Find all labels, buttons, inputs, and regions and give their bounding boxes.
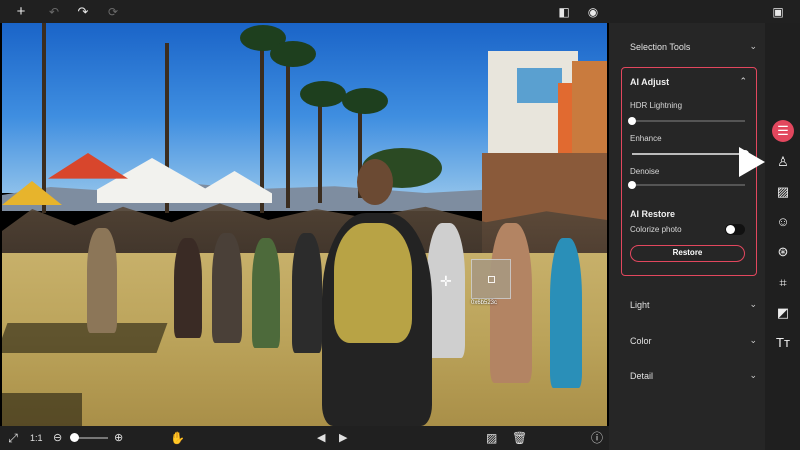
- enhance-slider[interactable]: [632, 150, 749, 158]
- hand-pan-icon[interactable]: ✋: [170, 430, 185, 446]
- head: [357, 159, 393, 205]
- slider-handle[interactable]: [628, 117, 636, 125]
- palm-tree: [270, 41, 316, 67]
- tool-rail: ☰ ♙ ▨ ☺ ⊛ ⌗ ◩ Tт: [765, 23, 800, 450]
- denoise-slider[interactable]: [628, 181, 745, 189]
- info-icon[interactable]: ⓘ: [591, 430, 603, 446]
- section-label: Color: [630, 336, 652, 346]
- color-picker-dot: [488, 276, 495, 283]
- add-icon[interactable]: +: [12, 3, 30, 21]
- section-label: Detail: [630, 371, 654, 381]
- palm-tree: [342, 88, 388, 114]
- trash-icon[interactable]: 🗑: [512, 430, 527, 446]
- image-canvas[interactable]: ✛: [0, 23, 609, 426]
- hdr-lightning-slider[interactable]: [628, 117, 745, 125]
- save-icon[interactable]: ▣: [769, 3, 787, 21]
- fit-screen-icon[interactable]: ⤢: [6, 430, 20, 446]
- chevron-down-icon: ⌄: [749, 370, 757, 380]
- section-selection-tools[interactable]: Selection Tools ⌄: [630, 41, 757, 58]
- ai-restore-title: AI Restore: [630, 209, 676, 219]
- color-picker-swatch[interactable]: [471, 259, 511, 299]
- palm-tree: [260, 33, 264, 213]
- image-icon[interactable]: ▨: [772, 181, 794, 203]
- person: [174, 238, 202, 338]
- section-color[interactable]: Color ⌄: [630, 335, 757, 352]
- preview-eye-icon[interactable]: ◉: [584, 3, 602, 21]
- zoom-in-icon[interactable]: ⊕: [114, 430, 123, 446]
- zoom-ratio-button[interactable]: 1:1: [30, 430, 43, 446]
- shadow: [2, 323, 168, 353]
- section-label: Selection Tools: [630, 42, 691, 52]
- photo-editor-app: + ↶ ↷ ⟳ ◧ ◉ ▣ ✛ 0x6b523c ⤢ 1:1 ⊖ ⊕ ✋ ◀ ▶…: [0, 0, 800, 450]
- zoom-slider-handle[interactable]: [69, 433, 79, 442]
- palm-tree: [286, 48, 290, 208]
- restore-button[interactable]: Restore: [630, 245, 745, 262]
- top-toolbar: + ↶ ↷ ⟳ ◧ ◉ ▣: [0, 0, 800, 23]
- compare-icon[interactable]: ◧: [555, 3, 573, 21]
- chevron-up-icon[interactable]: ⌃: [739, 76, 747, 87]
- crop-icon[interactable]: ⌗: [772, 272, 794, 294]
- building-mural: [517, 68, 562, 103]
- enhance-label: Enhance: [630, 134, 662, 143]
- photo: [2, 23, 607, 426]
- bottom-toolbar: ⤢ 1:1 ⊖ ⊕ ✋ ◀ ▶ ▨ 🗑 ⓘ: [0, 426, 609, 450]
- slider-handle[interactable]: [628, 181, 636, 189]
- ai-adjust-title: AI Adjust: [630, 77, 670, 87]
- text-icon[interactable]: Tт: [772, 332, 794, 354]
- person: [550, 238, 582, 388]
- color-circles-icon[interactable]: ⊛: [772, 241, 794, 263]
- ai-adjust-card: AI Adjust ⌃ HDR Lightning Enhance Denois…: [621, 67, 757, 276]
- person: [212, 233, 242, 343]
- color-readout: 0x6b523c: [471, 300, 498, 306]
- person: [87, 228, 117, 333]
- gallery-icon[interactable]: ▨: [486, 430, 497, 446]
- pizza-sign: [558, 83, 572, 153]
- shadow: [2, 393, 82, 426]
- person: [252, 238, 280, 348]
- stamp-icon[interactable]: ♙: [772, 151, 794, 173]
- section-label: Light: [630, 300, 650, 310]
- transform-icon[interactable]: ◩: [772, 302, 794, 324]
- chevron-down-icon: ⌄: [749, 41, 757, 51]
- palm-tree: [300, 81, 346, 107]
- slider-fill: [632, 153, 745, 155]
- previous-image-icon[interactable]: ◀: [317, 430, 325, 446]
- toggle-knob: [726, 225, 735, 234]
- reset-icon[interactable]: ⟳: [104, 3, 122, 21]
- chevron-down-icon: ⌄: [749, 335, 757, 345]
- section-light[interactable]: Light ⌄: [630, 299, 757, 316]
- denoise-label: Denoise: [630, 167, 660, 176]
- person: [292, 233, 322, 353]
- palm-tree: [42, 23, 46, 213]
- redo-icon[interactable]: ↷: [74, 3, 92, 21]
- colorize-photo-label: Colorize photo: [630, 225, 682, 234]
- hdr-lightning-label: HDR Lightning: [630, 101, 683, 110]
- zoom-out-icon[interactable]: ⊖: [53, 430, 62, 446]
- backpack: [334, 223, 412, 343]
- next-image-icon[interactable]: ▶: [339, 430, 347, 446]
- chevron-down-icon: ⌄: [749, 299, 757, 309]
- adjust-sliders-icon[interactable]: ☰: [772, 120, 794, 142]
- undo-icon[interactable]: ↶: [45, 3, 63, 21]
- crosshair-icon: ✛: [440, 273, 452, 289]
- section-detail[interactable]: Detail ⌄: [630, 370, 757, 387]
- person: [427, 223, 465, 358]
- face-icon[interactable]: ☺: [772, 211, 794, 233]
- colorize-toggle[interactable]: [725, 224, 745, 235]
